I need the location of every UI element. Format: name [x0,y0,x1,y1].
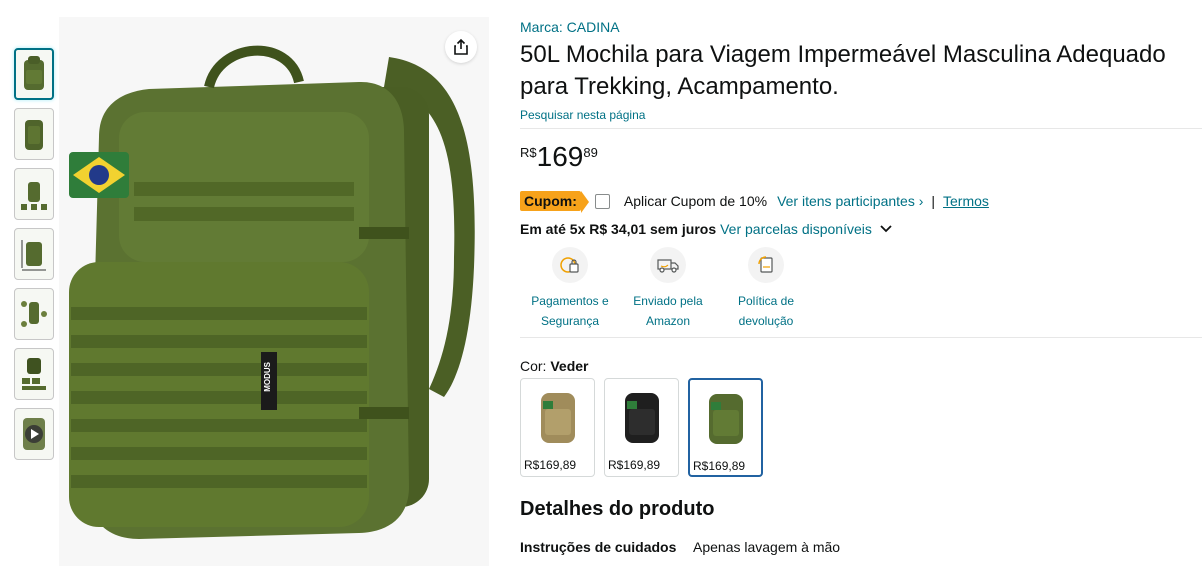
installments-text: Em até 5x R$ 34,01 sem juros [520,221,717,237]
main-product-image[interactable]: MODUS [59,17,489,566]
divider [520,337,1202,338]
backpack-image [69,45,475,539]
delivery-truck-icon [650,247,686,283]
color-label-prefix: Cor: [520,358,551,374]
price-whole: 169 [536,141,584,172]
search-page-link[interactable]: Pesquisar nesta página [520,107,645,123]
installments-link[interactable]: Ver parcelas disponíveis [720,221,872,237]
thumbnail-4[interactable] [14,228,54,280]
swatch-price: R$169,89 [693,459,746,473]
thumbnail-1[interactable] [14,48,54,100]
thumbnail-2[interactable] [14,108,54,160]
trust-item-shipping[interactable]: Enviado pela Amazon [618,247,718,331]
price-symbol: R$ [520,145,537,160]
thumbnail-5[interactable] [14,288,54,340]
thumbnail-video[interactable] [14,408,54,460]
coupon-row: Cupom: Aplicar Cupom de 10% Ver itens pa… [520,189,1202,213]
trust-label: Enviado pela Amazon [633,294,703,328]
swatch-image [695,384,757,450]
color-swatches: R$169,89 R$169,89 R$169,89 [520,378,1202,477]
terms-link[interactable]: Termos [943,193,989,209]
divider [520,128,1202,129]
spec-row: Instruções de cuidados Apenas lavagem à … [520,537,1202,557]
share-button[interactable] [445,31,477,63]
spec-key: Instruções de cuidados [520,539,677,555]
chevron-down-icon[interactable] [880,225,892,233]
return-policy-icon [748,247,784,283]
coupon-text: Aplicar Cupom de 10% [623,193,768,209]
secure-payment-icon [552,247,588,283]
brand-patch-label: MODUS [263,362,272,392]
swatch-tan[interactable]: R$169,89 [520,378,595,477]
spec-value: Apenas lavagem à mão [693,539,841,555]
participants-link[interactable]: Ver itens participantes › [777,193,923,209]
price-fraction: 89 [583,145,598,160]
trust-label: Política de devolução [737,294,795,328]
trust-badges: Pagamentos e Segurança Enviado pela Amaz… [520,247,1202,331]
swatch-image [611,383,673,449]
share-icon [452,38,470,56]
installments: Em até 5x R$ 34,01 sem juros Ver parcela… [520,219,1202,239]
color-value: Veder [550,358,589,374]
product-details: Marca: CADINA 50L Mochila para Viagem Im… [520,17,1202,557]
trust-label: Pagamentos e Segurança [531,294,609,328]
coupon-badge: Cupom: [520,191,589,213]
product-details-title: Detalhes do produto [520,498,715,520]
thumbnail-6[interactable] [14,348,54,400]
swatch-price: R$169,89 [608,458,661,472]
trust-item-returns[interactable]: Política de devolução [716,247,816,331]
swatch-price: R$169,89 [524,458,577,472]
coupon-checkbox[interactable] [594,193,610,209]
thumbnail-3[interactable] [14,168,54,220]
color-label: Cor: Veder [520,356,1202,376]
brand-link[interactable]: Marca: CADINA [520,19,620,35]
product-title: 50L Mochila para Viagem Impermeável Masc… [520,41,1166,100]
thumbnail-strip [14,48,56,468]
separator: | [931,193,936,209]
swatch-image [527,383,589,449]
price: R$ 169 89 [520,139,1202,179]
swatch-black[interactable]: R$169,89 [604,378,679,477]
trust-item-payments[interactable]: Pagamentos e Segurança [520,247,620,331]
swatch-green[interactable]: R$169,89 [688,378,763,477]
